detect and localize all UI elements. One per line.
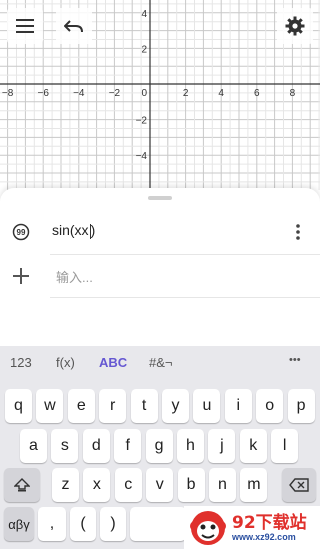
- key-l[interactable]: l: [271, 429, 299, 463]
- key-b[interactable]: b: [177, 468, 205, 502]
- shift-icon: [14, 478, 30, 492]
- key-o[interactable]: o: [256, 389, 284, 423]
- key-r[interactable]: r: [99, 389, 127, 423]
- watermark-brand: 92下载站: [232, 513, 307, 533]
- y-tick-label: −4: [136, 151, 148, 162]
- key-e[interactable]: e: [67, 389, 95, 423]
- input-placeholder[interactable]: 输入...: [56, 267, 93, 286]
- key-k[interactable]: k: [239, 429, 267, 463]
- settings-button[interactable]: [277, 8, 313, 44]
- key-j[interactable]: j: [208, 429, 236, 463]
- tab-functions[interactable]: f(x): [56, 355, 75, 370]
- key-i[interactable]: i: [224, 389, 252, 423]
- graphics-view[interactable]: −8 −6 −4 −2 0 2 4 6 8 4 2 −2 −4: [0, 0, 320, 190]
- plus-icon[interactable]: [12, 267, 30, 285]
- x-tick-label: −2: [109, 88, 121, 99]
- key-h[interactable]: h: [177, 429, 204, 463]
- visibility-toggle-icon[interactable]: 99: [12, 223, 30, 241]
- algebra-panel: 99 sin(xx) 输入...: [0, 188, 320, 346]
- key-f[interactable]: f: [114, 429, 142, 463]
- key-v[interactable]: v: [146, 468, 174, 502]
- undo-icon: [64, 20, 83, 33]
- undo-button[interactable]: [56, 8, 92, 44]
- key-w[interactable]: w: [36, 389, 64, 423]
- key-d[interactable]: d: [82, 429, 110, 463]
- key-u[interactable]: u: [193, 389, 221, 423]
- gear-icon: [285, 16, 305, 36]
- key-q[interactable]: q: [5, 389, 32, 423]
- watermark-url: www.xz92.com: [232, 532, 296, 542]
- drag-handle[interactable]: [148, 196, 172, 200]
- expression-row[interactable]: 99 sin(xx): [0, 210, 320, 254]
- key-g[interactable]: g: [145, 429, 173, 463]
- x-tick-label: 0: [141, 88, 147, 99]
- x-tick-label: 8: [290, 88, 296, 99]
- x-tick-label: −6: [37, 88, 49, 99]
- key-n[interactable]: n: [209, 468, 236, 502]
- more-options-button[interactable]: •••: [289, 354, 301, 366]
- y-tick-label: −2: [136, 116, 148, 127]
- backspace-key[interactable]: [282, 468, 316, 502]
- close-paren-key[interactable]: ): [100, 507, 126, 541]
- y-tick-label: 4: [141, 9, 147, 20]
- key-x[interactable]: x: [83, 468, 111, 502]
- monkey-logo-icon: [190, 511, 226, 545]
- graph-canvas[interactable]: −8 −6 −4 −2 0 2 4 6 8 4 2 −2 −4: [0, 0, 320, 190]
- open-paren-key[interactable]: (: [70, 507, 96, 541]
- shift-key[interactable]: [4, 468, 40, 502]
- key-s[interactable]: s: [51, 429, 79, 463]
- watermark: 92下载站 www.xz92.com: [184, 506, 320, 549]
- menu-button[interactable]: [7, 8, 43, 44]
- svg-text:99: 99: [17, 228, 26, 237]
- greek-key[interactable]: αβγ: [4, 507, 34, 541]
- key-c[interactable]: c: [114, 468, 142, 502]
- new-input-row[interactable]: 输入...: [0, 255, 320, 297]
- key-p[interactable]: p: [287, 389, 315, 423]
- key-t[interactable]: t: [130, 389, 158, 423]
- more-vert-icon[interactable]: [290, 222, 306, 242]
- space-key[interactable]: [130, 507, 186, 541]
- expression-input[interactable]: sin(xx): [52, 222, 95, 239]
- y-tick-label: 2: [141, 44, 147, 55]
- x-tick-label: −8: [2, 88, 14, 99]
- menu-icon: [16, 19, 34, 33]
- x-tick-label: 2: [183, 88, 189, 99]
- keyboard-tabs: 123 f(x) ABC #&¬ •••: [0, 346, 320, 380]
- key-y[interactable]: y: [162, 389, 189, 423]
- expression-text: sin(xx: [52, 222, 89, 238]
- key-m[interactable]: m: [240, 468, 268, 502]
- key-a[interactable]: a: [20, 429, 47, 463]
- x-tick-label: −4: [73, 88, 85, 99]
- tab-123[interactable]: 123: [10, 355, 32, 370]
- row-divider: [50, 297, 320, 298]
- backspace-icon: [289, 478, 309, 492]
- comma-key[interactable]: ,: [38, 507, 66, 541]
- expression-closing-paren: ): [90, 222, 96, 238]
- tab-symbols[interactable]: #&¬: [149, 355, 173, 370]
- tab-abc[interactable]: ABC: [99, 355, 127, 370]
- x-tick-label: 4: [218, 88, 224, 99]
- key-z[interactable]: z: [52, 468, 79, 502]
- x-tick-label: 6: [254, 88, 260, 99]
